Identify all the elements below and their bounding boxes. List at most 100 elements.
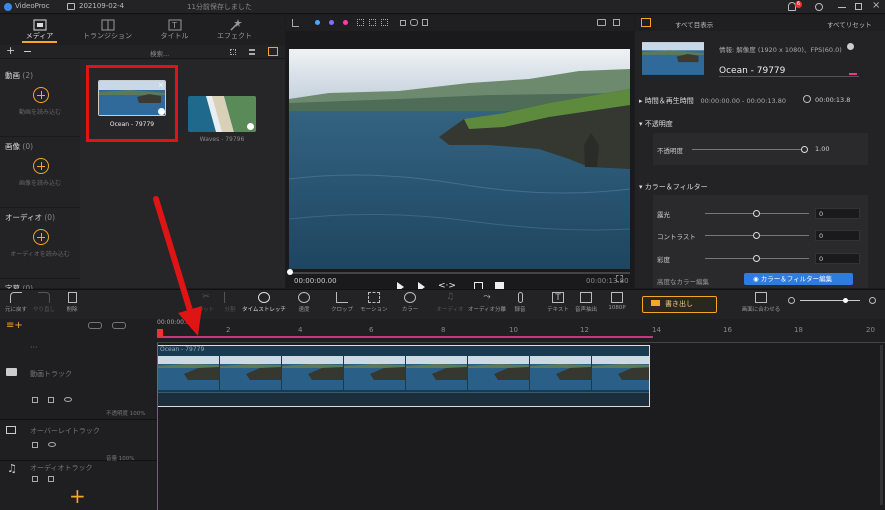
camera-icon[interactable] <box>597 19 606 26</box>
opacity-value[interactable]: 1.00 <box>815 145 829 153</box>
info-icon[interactable] <box>847 43 854 50</box>
eye-icon[interactable] <box>48 442 56 447</box>
aspect-icon[interactable] <box>613 19 620 26</box>
exposure-knob[interactable] <box>753 210 760 217</box>
ruler-label: 12 <box>580 326 589 334</box>
remove-icon[interactable]: × <box>158 81 164 89</box>
tab-title[interactable]: T タイトル <box>147 17 202 43</box>
minimize-button[interactable] <box>838 7 846 8</box>
time-stretch-button[interactable]: タイムストレッチ <box>242 292 286 313</box>
search-input[interactable]: 検索... <box>150 48 180 58</box>
record-button[interactable]: 録音 <box>504 292 536 313</box>
more-icon[interactable]: ··· <box>30 343 38 352</box>
color-dot-purple-icon[interactable] <box>329 20 334 25</box>
lock-icon[interactable] <box>32 476 38 482</box>
audio-separate-button[interactable]: ⤳ オーディオ分離 <box>466 292 508 313</box>
clip-name-field[interactable]: Ocean - 79779 <box>719 66 859 77</box>
lock-icon[interactable] <box>32 397 38 403</box>
palette-icon <box>404 292 416 303</box>
color-section-header[interactable]: ▾ カラー＆フィルター <box>639 182 708 192</box>
speed-button[interactable]: 速度 <box>288 292 320 313</box>
color-button[interactable]: カラー <box>394 292 426 313</box>
add-track-icon[interactable]: ≡+ <box>6 320 23 331</box>
opacity-slider-track[interactable] <box>692 149 805 150</box>
section-count: (0) <box>22 142 34 151</box>
opacity-slider-knob[interactable] <box>801 146 808 153</box>
lock-all-icon[interactable] <box>88 322 102 329</box>
settings-icon[interactable] <box>815 3 823 11</box>
add-video-button[interactable] <box>33 87 49 103</box>
zoom-out-icon[interactable] <box>788 297 795 304</box>
video-preview[interactable] <box>289 49 630 269</box>
snap-icon[interactable] <box>112 322 126 329</box>
media-item-waves[interactable] <box>188 96 256 132</box>
crop-button[interactable]: クロップ <box>326 292 358 313</box>
add-track-button[interactable]: + <box>69 486 86 506</box>
timeline-ruler[interactable]: 2 4 6 8 10 12 14 16 18 20 <box>157 326 885 343</box>
tab-effect[interactable]: エフェクト <box>207 17 262 43</box>
add-icon[interactable]: + <box>6 44 15 57</box>
zoom-in-icon[interactable] <box>869 297 876 304</box>
volume-text: 音量 <box>106 456 118 462</box>
grid-view-icon[interactable] <box>230 49 236 55</box>
show-all-button[interactable]: すべて目表示 <box>675 19 713 29</box>
color-label-icon[interactable] <box>849 67 857 75</box>
lock-icon[interactable] <box>32 442 38 448</box>
zoom-slider-knob[interactable] <box>843 298 848 303</box>
progress-knob[interactable] <box>287 269 293 275</box>
progress-track[interactable] <box>289 272 630 274</box>
tab-transition[interactable]: トランジション <box>80 17 135 43</box>
waves-thumbnail <box>188 96 256 132</box>
saturation-knob[interactable] <box>753 255 760 262</box>
motion-button[interactable]: モーション <box>358 292 390 313</box>
folder-icon[interactable] <box>67 3 75 10</box>
extract-audio-button[interactable]: 音声抽出 <box>570 292 602 313</box>
mute-icon[interactable] <box>48 397 54 403</box>
fullscreen-icon[interactable] <box>616 275 623 282</box>
eye-icon[interactable] <box>64 397 72 402</box>
panel-toggle-icon[interactable] <box>641 18 651 27</box>
exposure-label: 露光 <box>657 211 670 219</box>
audio-track-header: ♫ オーディオトラック 音量 100% + <box>0 456 157 510</box>
video-clip[interactable]: Ocean - 79779 <box>157 345 650 407</box>
audio-button[interactable]: ♫ オーディオ <box>434 292 466 313</box>
color-dot-blue-icon[interactable] <box>315 20 320 25</box>
lock-icon[interactable] <box>400 20 406 26</box>
transform-tool-icon[interactable] <box>381 19 388 26</box>
info-icon[interactable] <box>158 108 165 115</box>
overlay-track-icon <box>6 426 16 434</box>
maximize-button[interactable] <box>855 3 862 10</box>
mute-icon[interactable] <box>48 476 54 482</box>
panel-toggle-icon[interactable] <box>268 47 278 56</box>
reset-all-button[interactable]: すべてリセット <box>827 19 872 29</box>
info-icon[interactable] <box>247 123 254 130</box>
time-section-header[interactable]: ▸ 時間＆再生時間 00:00:00.00 - 00:00:13.80 <box>639 96 786 106</box>
exposure-field[interactable]: 0 <box>815 208 860 219</box>
export-button[interactable]: 書き出し <box>642 296 717 313</box>
vertical-scrollbar[interactable] <box>880 345 883 505</box>
saturation-field[interactable]: 0 <box>815 253 860 264</box>
delete-button[interactable]: 削除 <box>56 292 88 313</box>
mark-tool-icon[interactable] <box>292 19 299 27</box>
resolution-button[interactable]: 1080P <box>601 292 633 311</box>
project-name[interactable]: 202109-02-4 <box>79 2 124 10</box>
opacity-section-header[interactable]: ▾ 不透明度 <box>639 119 673 129</box>
list-view-icon[interactable] <box>249 49 255 55</box>
remove-icon[interactable] <box>24 51 31 52</box>
add-image-button[interactable] <box>33 158 49 174</box>
tab-media[interactable]: メディア <box>12 17 67 43</box>
zoom-slider[interactable] <box>800 300 860 301</box>
select-tool-icon[interactable] <box>357 19 364 26</box>
media-toolbar: + 検索... <box>0 44 285 59</box>
media-item-ocean[interactable]: × <box>98 80 166 116</box>
delete-icon[interactable] <box>422 19 428 26</box>
contrast-knob[interactable] <box>753 232 760 239</box>
color-filter-edit-button[interactable]: ◉ カラー＆フィルター編集 <box>744 273 853 285</box>
add-audio-button[interactable] <box>33 229 49 245</box>
color-dot-pink-icon[interactable] <box>343 20 348 25</box>
contrast-field[interactable]: 0 <box>815 230 860 241</box>
loop-icon[interactable] <box>410 19 418 26</box>
fit-to-screen-button[interactable]: 画面に合わせる <box>738 292 784 313</box>
close-button[interactable]: × <box>872 0 880 11</box>
crop-tool-icon[interactable] <box>369 19 376 26</box>
